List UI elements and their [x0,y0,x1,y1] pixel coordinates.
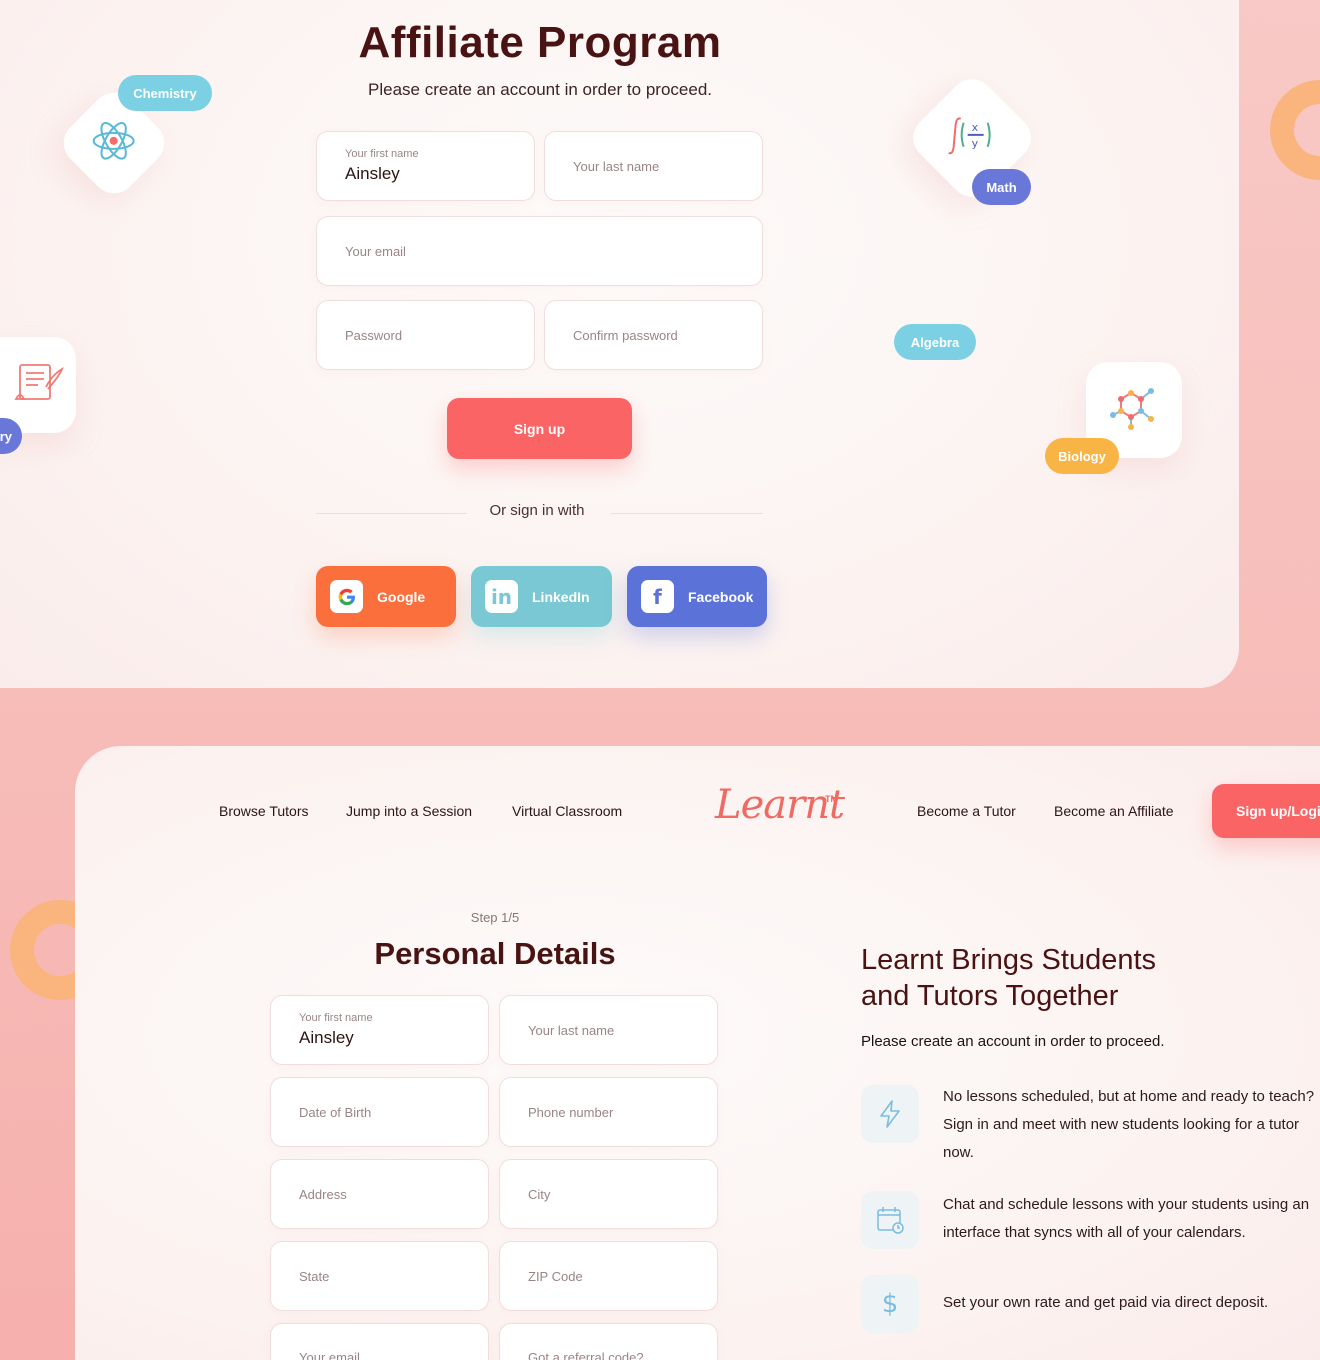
state-field[interactable]: State [270,1241,489,1311]
last-name-field[interactable]: Your last name [544,131,763,201]
logo-trademark: TM [825,794,838,804]
city-field[interactable]: City [499,1159,718,1229]
atom-icon [90,117,138,170]
feature-text-1: No lessons scheduled, but at home and re… [943,1088,1315,1161]
pd-email-field[interactable]: Your email [270,1323,489,1360]
algebra-pill: Algebra [894,324,976,360]
first-name-value: Ainsley [345,164,400,183]
page-title: Affiliate Program [358,18,722,67]
learnt-heading-line2: and Tutors Together [861,980,1119,1012]
pd-last-name-field[interactable]: Your last name [499,995,718,1065]
nav-virtual-classroom[interactable]: Virtual Classroom [512,803,622,819]
google-label: Google [377,588,426,605]
phone-placeholder: Phone number [528,1104,614,1120]
svg-text:y: y [972,137,979,150]
feature-text-3: Set your own rate and get paid via direc… [943,1294,1269,1311]
math-pill: Math [972,169,1031,205]
molecule-icon [1109,383,1159,438]
email-placeholder: Your email [345,243,406,259]
pd-first-name-label: Your first name [299,1012,373,1024]
divider-left [316,513,467,514]
svg-text:x: x [972,121,979,134]
pd-first-name-value: Ainsley [299,1028,354,1047]
personal-details-title: Personal Details [374,936,616,971]
google-signin-button[interactable]: Google [316,566,456,627]
signup-login-button[interactable]: Sign up/Login [1212,784,1320,838]
linkedin-signin-button[interactable]: in LinkedIn [471,566,612,627]
zip-field[interactable]: ZIP Code [499,1241,718,1311]
calendar-icon [861,1191,919,1249]
dob-placeholder: Date of Birth [299,1104,372,1120]
pd-email-placeholder: Your email [299,1350,360,1360]
learnt-logo[interactable]: Learnt [715,782,845,828]
referral-placeholder: Got a referral code? [528,1350,644,1360]
facebook-label: Facebook [688,588,754,605]
learnt-heading: Learnt Brings Students and Tutors Togeth… [861,942,1156,1014]
city-placeholder: City [528,1186,551,1202]
facebook-icon: f [641,580,674,613]
linkedin-label: LinkedIn [532,588,590,605]
feature-text-2: Chat and schedule lessons with your stud… [943,1196,1310,1241]
affiliate-signup-card: Affiliate Program Please create an accou… [0,0,1239,688]
nav-jump-session[interactable]: Jump into a Session [346,803,472,819]
chemistry-pill: Chemistry [118,75,212,111]
last-name-placeholder: Your last name [573,158,660,174]
address-placeholder: Address [299,1186,347,1202]
facebook-signin-button[interactable]: f Facebook [627,566,767,627]
referral-field[interactable]: Got a referral code? [499,1323,718,1360]
confirm-password-field[interactable]: Confirm password [544,300,763,370]
first-name-label: Your first name [345,148,419,160]
nav-browse-tutors[interactable]: Browse Tutors [219,803,308,819]
password-field[interactable]: Password [316,300,535,370]
learnt-subheading: Please create an account in order to pro… [861,1033,1165,1050]
linkedin-icon: in [485,580,518,613]
confirm-password-placeholder: Confirm password [573,327,678,343]
zip-placeholder: ZIP Code [528,1268,583,1284]
address-field[interactable]: Address [270,1159,489,1229]
dob-field[interactable]: Date of Birth [270,1077,489,1147]
orange-ring-decoration [1270,80,1320,180]
nav-become-affiliate[interactable]: Become an Affiliate [1054,803,1174,819]
or-sign-in-text: Or sign in with [489,502,585,519]
learnt-heading-line1: Learnt Brings Students [861,944,1157,976]
lightning-icon [861,1085,919,1143]
pd-last-name-placeholder: Your last name [528,1022,615,1038]
tutor-signup-card: Browse Tutors Jump into a Session Virtua… [75,746,1320,1360]
first-name-field[interactable]: Your first name Ainsley [316,131,535,201]
integral-icon: x y [947,113,997,164]
state-placeholder: State [299,1268,330,1284]
divider-right [611,513,763,514]
email-field[interactable]: Your email [316,216,763,286]
nav-become-tutor[interactable]: Become a Tutor [917,803,1016,819]
step-indicator: Step 1/5 [470,910,520,925]
google-icon [330,580,363,613]
scroll-quill-icon [12,361,64,410]
password-placeholder: Password [345,327,403,343]
dollar-icon: $ [861,1275,919,1333]
biology-pill: Biology [1045,438,1119,474]
phone-field[interactable]: Phone number [499,1077,718,1147]
pd-first-name-field[interactable]: Your first name Ainsley [270,995,489,1065]
signup-button[interactable]: Sign up [447,398,632,459]
